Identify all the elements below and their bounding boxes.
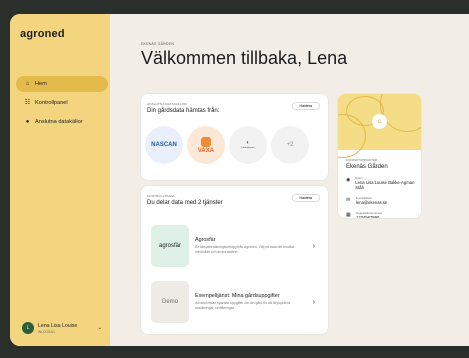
contact-value: Lena Lisa Louise Bakke-Agman Ståh bbox=[355, 180, 415, 190]
service-description: Ett klimatberäkningsverktyg från Agroned… bbox=[195, 245, 295, 254]
source-logo-vaxa[interactable]: VAXA bbox=[187, 126, 225, 164]
card-title: Du delar data med 2 tjänster bbox=[147, 200, 223, 206]
service-thumb: Demo bbox=[151, 281, 189, 323]
app-window: agroned ⌂ Hem ☷ Kontrollpanel ● Anslutna… bbox=[10, 14, 469, 346]
sidebar-item-label: Anslutna datakällor bbox=[35, 119, 83, 125]
user-status: INLOGGAD bbox=[38, 329, 55, 334]
chevron-right-icon: › bbox=[312, 242, 315, 250]
contact-info: KONTAKTUPPGIFTER Ekenäs Gården ◉ Namn Le… bbox=[346, 158, 416, 218]
data-source-icon: ● bbox=[25, 118, 30, 125]
service-item-demo[interactable]: Demo Exempeltjänst: Mina gårdsuppgifter … bbox=[147, 276, 322, 328]
swirl-icon: ◐ bbox=[246, 140, 250, 147]
card-eyebrow: ANSLUTNA DATAKÄLLOR bbox=[147, 102, 187, 106]
sidebar-item-label: Kontrollpanel bbox=[35, 100, 68, 106]
user-info: Lena Lisa Louise INLOGGAD bbox=[38, 323, 77, 334]
source-more-count[interactable]: +2 bbox=[271, 126, 309, 164]
contact-row-orgnr: ▦ Organisationsnummer 1234567890 bbox=[346, 212, 416, 218]
sidebar-nav: ⌂ Hem ☷ Kontrollpanel ● Anslutna datakäl… bbox=[16, 76, 108, 133]
source-list: NASCAN VAXA ◐ Lantmännen +2 bbox=[145, 126, 309, 164]
contact-eyebrow: KONTAKTUPPGIFTER bbox=[346, 158, 378, 162]
person-icon: ◉ bbox=[346, 177, 351, 183]
contact-value: 1234567890 bbox=[356, 215, 380, 218]
service-item-agrosfar[interactable]: agrosfär Agrosfär Ett klimatberäkningsve… bbox=[147, 220, 322, 272]
card-eyebrow: KONTROLLPANEL bbox=[147, 194, 176, 198]
brand-logo[interactable]: agroned bbox=[20, 28, 65, 40]
connected-sources-card: ANSLUTNA DATAKÄLLOR Din gårdsdata hämtas… bbox=[141, 94, 328, 180]
card-header: KONTROLLPANEL Du delar data med 2 tjänst… bbox=[147, 194, 223, 206]
sidebar-item-hem[interactable]: ⌂ Hem bbox=[16, 76, 108, 92]
services-card: KONTROLLPANEL Du delar data med 2 tjänst… bbox=[141, 186, 328, 334]
source-label: NASCAN bbox=[151, 142, 177, 148]
service-thumb: agrosfär bbox=[151, 225, 189, 267]
source-label: +2 bbox=[286, 142, 294, 148]
manage-services-button[interactable]: Hantera bbox=[291, 194, 320, 202]
service-title: Exempeltjänst: Mina gårdsuppgifter bbox=[195, 293, 280, 300]
sidebar-item-anslutna-datakallor[interactable]: ● Anslutna datakällor bbox=[16, 114, 108, 130]
service-description: Använd redan sparade uppgifter om din gå… bbox=[195, 301, 290, 310]
vaxa-icon bbox=[200, 136, 211, 147]
chevron-right-icon: › bbox=[312, 298, 315, 306]
page-title: Välkommen tillbaka, Lena bbox=[141, 48, 348, 68]
user-profile[interactable]: L Lena Lisa Louise INLOGGAD ⌄ bbox=[16, 314, 108, 342]
manage-sources-button[interactable]: Hantera bbox=[291, 102, 320, 110]
service-text: Agrosfär Ett klimatberäkningsverktyg frå… bbox=[195, 237, 299, 254]
page-eyebrow: EKENÄS GÅRDEN bbox=[141, 42, 175, 46]
service-title: Agrosfär bbox=[195, 237, 216, 244]
device-frame: agroned ⌂ Hem ☷ Kontrollpanel ● Anslutna… bbox=[0, 0, 469, 358]
control-panel-icon: ☷ bbox=[24, 99, 31, 106]
home-icon: ⌂ bbox=[25, 80, 30, 87]
contact-value: lena@ekenas.se bbox=[356, 200, 388, 205]
card-title: Din gårdsdata hämtas från: bbox=[147, 108, 220, 114]
source-label: Lantmännen bbox=[241, 147, 255, 150]
user-name: Lena Lisa Louise bbox=[38, 322, 78, 329]
service-text: Exempeltjänst: Mina gårdsuppgifter Använ… bbox=[195, 293, 299, 310]
chevron-down-icon: ⌄ bbox=[97, 325, 102, 331]
farm-name: Ekenäs Gården bbox=[346, 164, 388, 170]
map-contour bbox=[380, 94, 421, 132]
contact-card: ⌂ KONTAKTUPPGIFTER Ekenäs Gården ◉ Namn … bbox=[338, 94, 421, 218]
source-logo-nascan[interactable]: NASCAN bbox=[145, 126, 183, 164]
home-icon: ⌂ bbox=[372, 114, 387, 129]
sidebar: agroned ⌂ Hem ☷ Kontrollpanel ● Anslutna… bbox=[10, 14, 110, 346]
mail-icon: ✉ bbox=[346, 197, 351, 203]
vaxa-logo: VAXA bbox=[197, 136, 215, 154]
main-content: EKENÄS GÅRDEN Välkommen tillbaka, Lena A… bbox=[110, 14, 469, 346]
source-label: VAXA bbox=[197, 147, 215, 154]
avatar: L bbox=[22, 322, 34, 334]
building-icon: ▦ bbox=[346, 212, 351, 218]
sidebar-item-label: Hem bbox=[35, 81, 47, 87]
source-logo-lantmannen[interactable]: ◐ Lantmännen bbox=[229, 126, 267, 164]
card-header: ANSLUTNA DATAKÄLLOR Din gårdsdata hämtas… bbox=[147, 102, 219, 114]
contact-row-email: ✉ E-postadress lena@ekenas.se bbox=[346, 197, 416, 205]
farm-map[interactable]: ⌂ bbox=[338, 94, 421, 158]
sidebar-item-kontrollpanel[interactable]: ☷ Kontrollpanel bbox=[16, 95, 108, 111]
contact-row-name: ◉ Namn Lena Lisa Louise Bakke-Agman Ståh bbox=[346, 177, 416, 190]
